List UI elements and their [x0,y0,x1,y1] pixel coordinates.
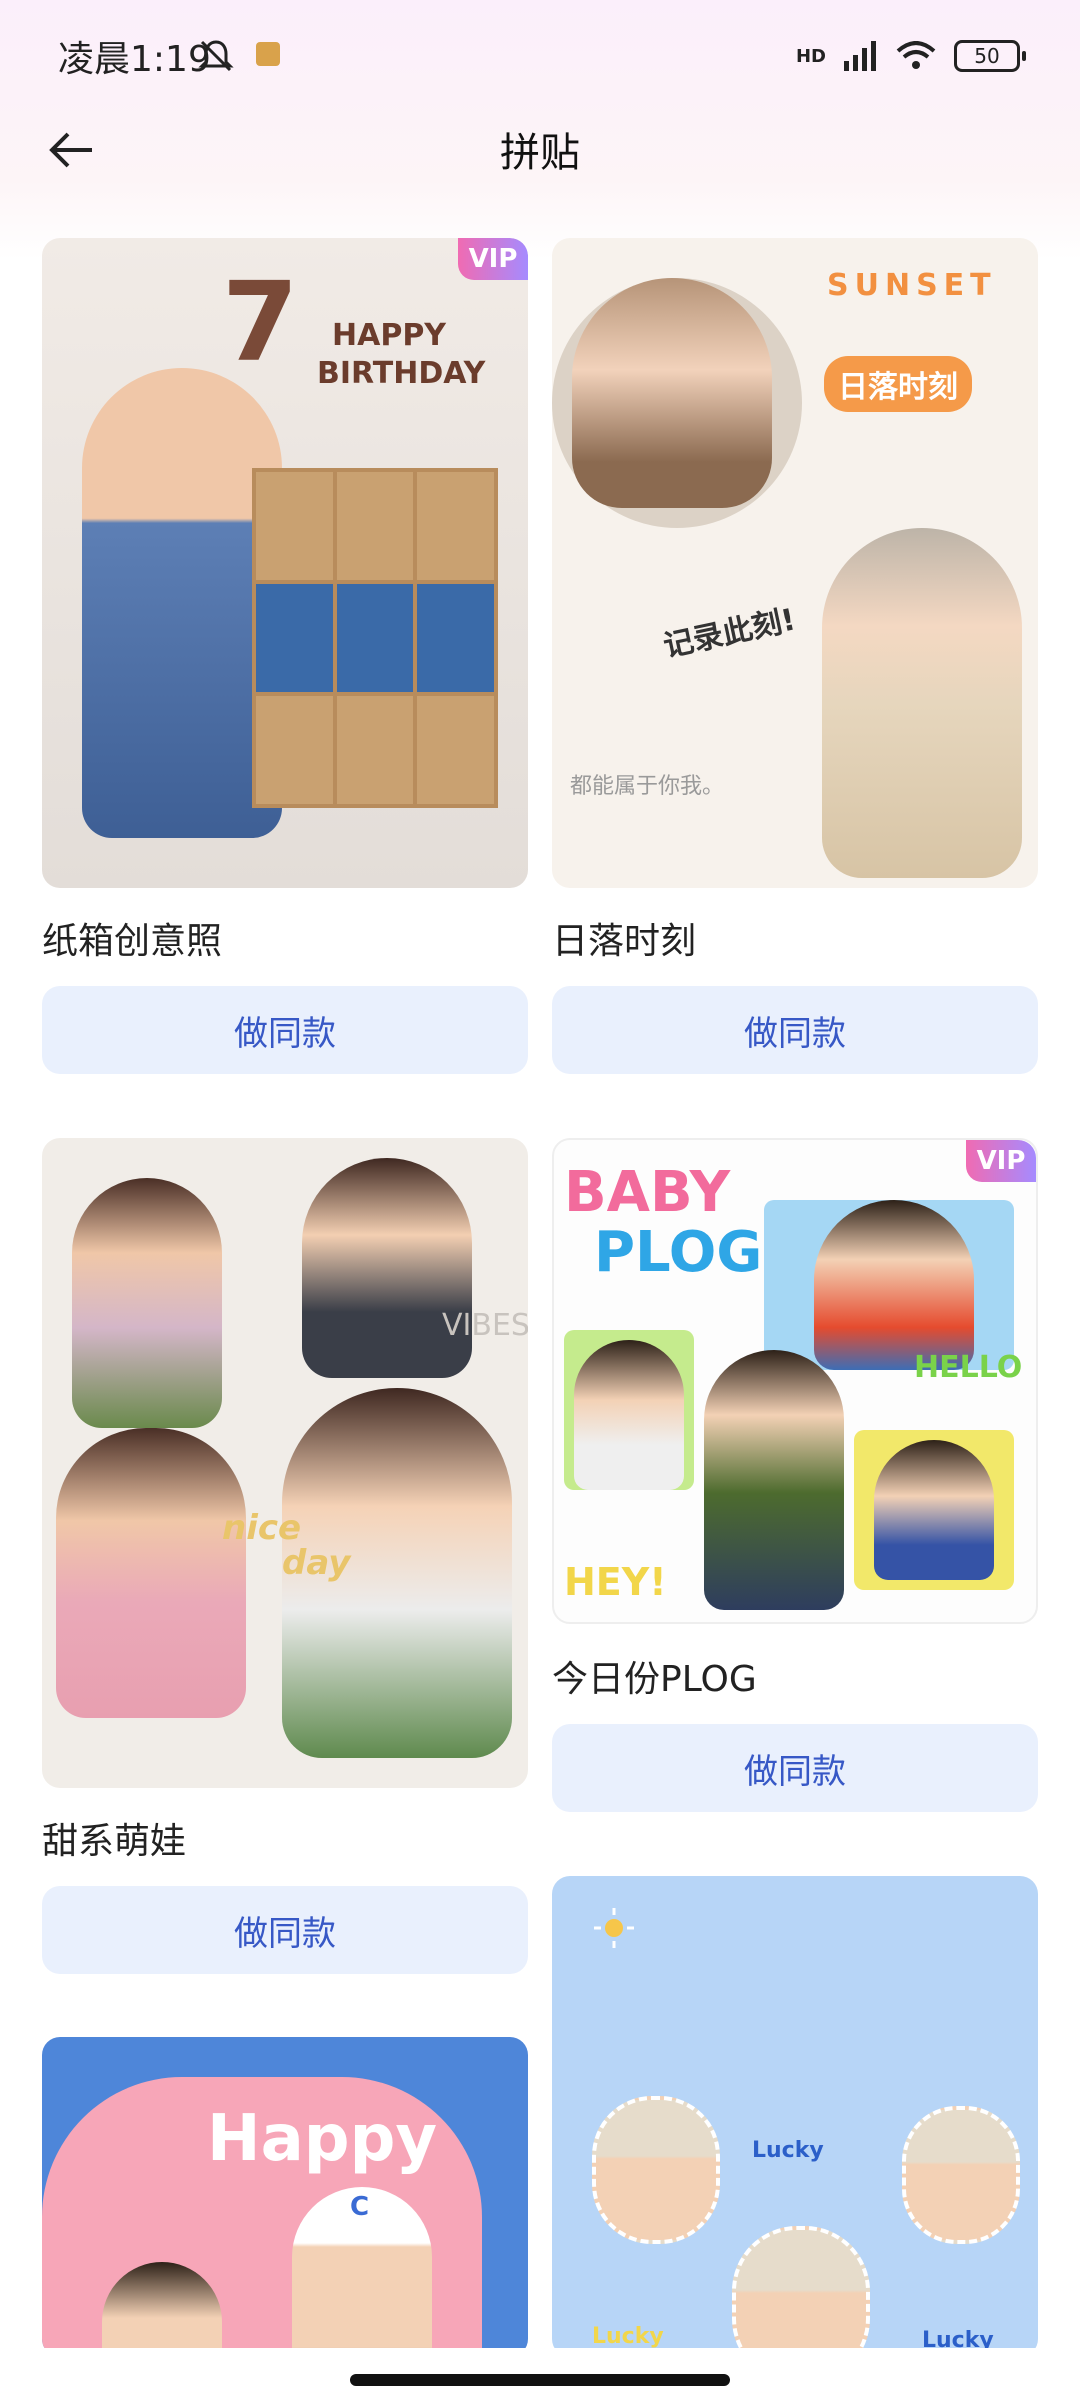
signal-icon [844,41,876,71]
template-title: 今日份PLOG [552,1659,757,1700]
make-same-button[interactable]: 做同款 [552,986,1038,1074]
status-bar: 凌晨1:19 HD 50 [0,0,1080,110]
vip-badge: VIP [458,238,528,280]
template-title: 日落时刻 [552,921,697,962]
photo-figure [572,278,772,508]
photo-figure-2 [574,1340,684,1490]
cap-letter: C [350,2192,370,2222]
photo-figure-2 [902,2106,1020,2244]
art-text-happy: HAPPY [332,318,447,353]
art-text-day: day [282,1543,351,1583]
network-type: HD [795,45,826,67]
status-time: 凌晨1:19 [58,39,211,80]
art-text-birthday: BIRTHDAY [317,356,486,391]
status-right: HD 50 [795,34,1026,78]
art-text-lucky: Lucky [752,2138,824,2163]
template-title: 纸箱创意照 [42,921,223,962]
art-text-happy: Happy [207,2102,438,2176]
template-card-image[interactable]: BABY PLOG HELLO HEY! VIP [552,1138,1038,1624]
make-same-button[interactable]: 做同款 [42,986,528,1074]
template-card-image[interactable]: Lucky Lucky Lucky [552,1876,1038,2357]
template-card-image[interactable]: SUNSET 日落时刻 记录此刻! 都能属于你我。 [552,238,1038,888]
art-text-sunset: SUNSET [827,268,997,303]
photo-figure-3 [704,1350,844,1610]
art-text-sunset-cn: 日落时刻 [824,356,972,412]
photo-figure-2 [822,528,1022,878]
page-title: 拼贴 [500,130,580,176]
photo-figure [814,1200,974,1370]
art-number: 7 [222,258,299,386]
photo-figure-2 [302,1158,472,1378]
app-notification-icon [256,42,280,66]
photo-figure [72,1178,222,1428]
photo-figure-3 [56,1428,246,1718]
battery-indicator: 50 [954,40,1026,72]
art-text-lucky-2: Lucky [592,2324,664,2349]
sun-icon [594,1908,634,1948]
photo-figure-3 [732,2226,870,2357]
art-text-vibes: VIBES [442,1308,528,1343]
template-title: 甜系萌娃 [42,1821,187,1862]
template-card-image[interactable]: Happy C [42,2037,528,2357]
photo-figure-4 [874,1440,994,1580]
art-text-baby: BABY [564,1160,731,1225]
wifi-icon [896,41,936,69]
template-card-image[interactable]: nice day VIBES [42,1138,528,1788]
art-text-hello: HELLO [914,1350,1023,1385]
template-card-image[interactable]: 7 HAPPY BIRTHDAY VIP [42,238,528,888]
art-text-plog: PLOG [594,1220,763,1285]
art-text-share: 都能属于你我。 [570,774,725,799]
art-text-nice: nice [222,1508,302,1548]
art-text-hey: HEY! [564,1560,667,1604]
art-text-record: 记录此刻! [660,602,799,665]
header: 拼贴 [0,110,1080,230]
vip-badge: VIP [966,1140,1036,1182]
make-same-button[interactable]: 做同款 [552,1724,1038,1812]
photo-grid [252,468,498,808]
photo-figure [592,2096,720,2244]
gesture-nav-handle[interactable] [350,2374,730,2386]
make-same-button[interactable]: 做同款 [42,1886,528,1974]
mute-bell-icon [198,40,234,72]
